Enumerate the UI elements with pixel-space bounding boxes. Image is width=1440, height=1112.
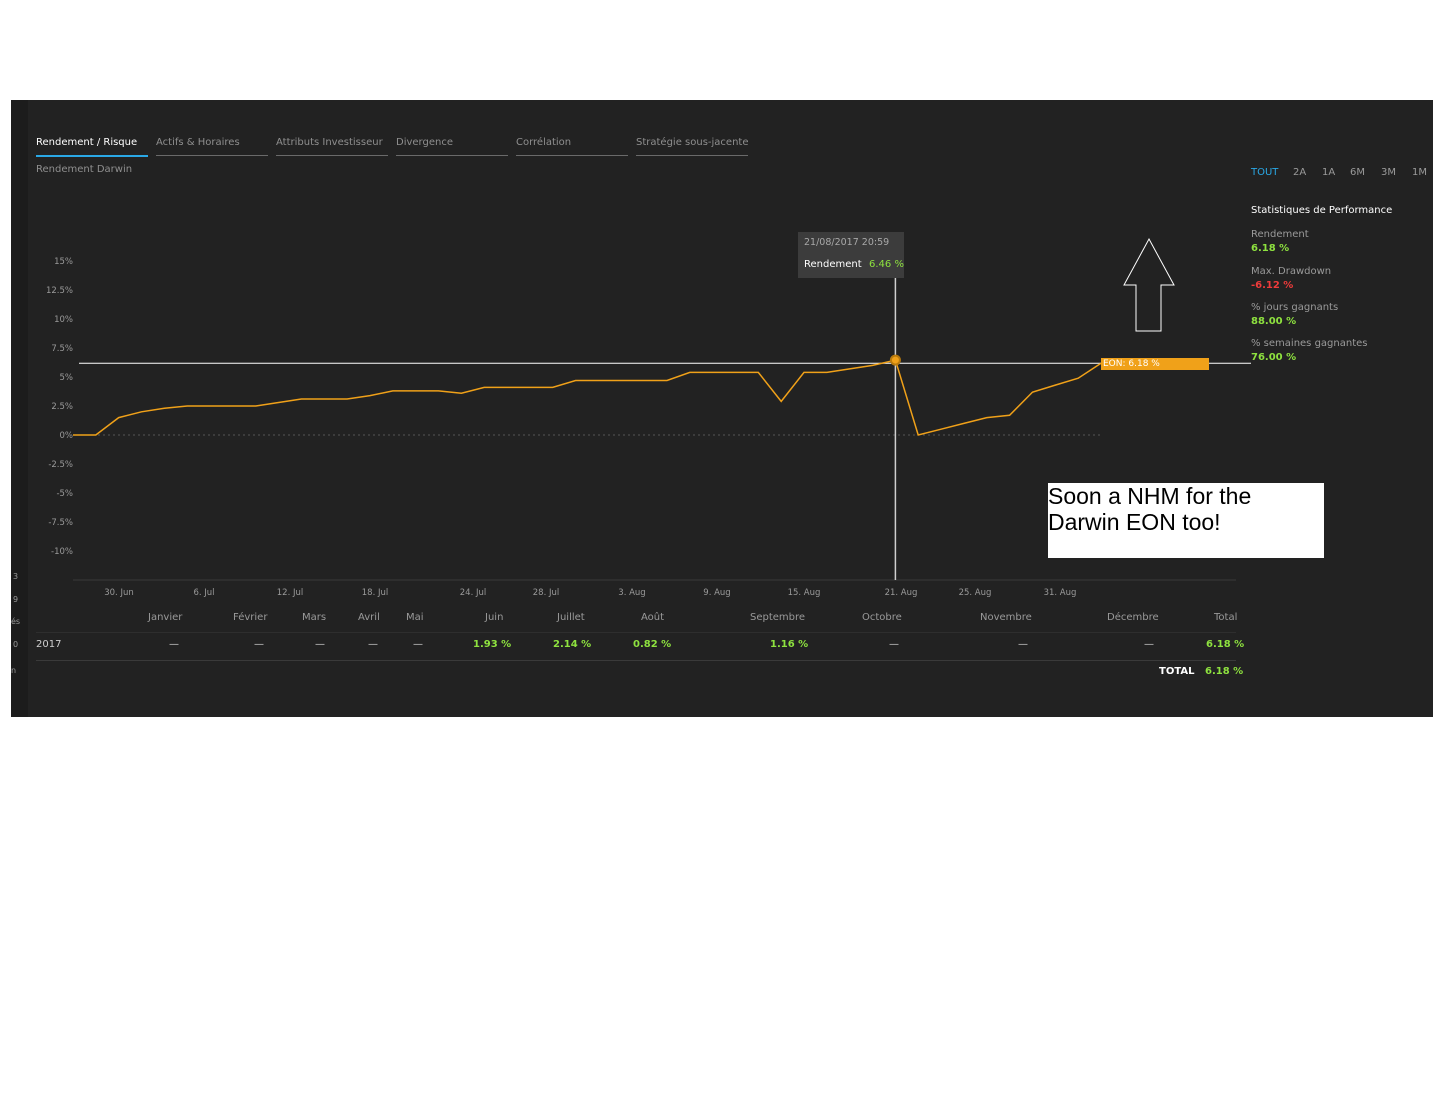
month-header: Juin (485, 612, 504, 623)
tooltip-value: 6.46 % (869, 259, 904, 270)
y-tick-label: 15% (54, 257, 73, 267)
annotation-line-1: Soon a NHM for the (1048, 483, 1252, 509)
y-tick-label: -7.5% (48, 518, 73, 528)
month-value-cell: — (1018, 639, 1028, 650)
y-tick-label: 12.5% (46, 286, 73, 296)
x-tick-label: 18. Jul (362, 588, 388, 598)
month-header: Octobre (862, 612, 902, 623)
month-header: Décembre (1107, 612, 1159, 623)
month-value-cell: — (315, 639, 325, 650)
x-tick-label: 28. Jul (533, 588, 559, 598)
month-header: Janvier (148, 612, 183, 623)
month-value-cell: 6.18 % (1206, 639, 1245, 650)
total-label: TOTAL (1159, 666, 1195, 677)
month-header: Septembre (750, 612, 806, 623)
x-tick-label: 21. Aug (885, 588, 918, 598)
month-value-cell: — (889, 639, 899, 650)
table-header-divider (36, 632, 1236, 633)
table-row-divider (36, 660, 1236, 661)
x-tick-label: 31. Aug (1044, 588, 1077, 598)
y-tick-label: 10% (54, 315, 73, 325)
month-header: Juillet (557, 612, 585, 623)
x-tick-label: 24. Jul (460, 588, 486, 598)
month-header: Total (1214, 612, 1238, 623)
month-header: Avril (358, 612, 380, 623)
month-value-cell: 1.16 % (770, 639, 809, 650)
month-header: Novembre (980, 612, 1032, 623)
sidebar-fragment: n (11, 666, 17, 675)
x-tick-label: 30. Jun (104, 588, 134, 598)
month-value-cell: — (169, 639, 179, 650)
tooltip-label: Rendement (804, 259, 862, 270)
x-tick-label: 9. Aug (703, 588, 730, 598)
month-value-cell: 1.93 % (473, 639, 512, 650)
month-value-cell: — (254, 639, 264, 650)
y-tick-label: 5% (60, 373, 74, 383)
series-line-eon (73, 359, 1102, 436)
y-tick-label: -2.5% (48, 460, 73, 470)
tooltip-datetime: 21/08/2017 20:59 (804, 237, 890, 248)
month-header: Août (641, 612, 665, 623)
x-tick-label: 15. Aug (788, 588, 821, 598)
x-tick-label: 6. Jul (193, 588, 214, 598)
sidebar-fragment: 0 (13, 640, 19, 649)
y-tick-label: 0% (60, 431, 74, 441)
month-header: Février (233, 612, 268, 623)
hover-point (889, 354, 901, 366)
month-value-cell: — (368, 639, 378, 650)
x-tick-label: 12. Jul (277, 588, 303, 598)
month-header: Mars (302, 612, 327, 623)
y-tick-label: 7.5% (51, 344, 73, 354)
month-value-cell: — (1144, 639, 1154, 650)
y-tick-label: 2.5% (51, 402, 73, 412)
y-tick-label: -5% (56, 489, 73, 499)
year-cell: 2017 (36, 639, 62, 650)
x-tick-label: 25. Aug (959, 588, 992, 598)
x-tick-label: 3. Aug (618, 588, 645, 598)
up-arrow-icon (1123, 237, 1175, 332)
y-tick-label: -10% (51, 547, 73, 557)
series-value-tag: EON: 6.18 % (1101, 358, 1209, 370)
sidebar-fragment: és (11, 617, 21, 626)
chart-tooltip: 21/08/2017 20:59 Rendement 6.46 % (798, 232, 904, 278)
annotation-line-2: Darwin EON too! (1048, 509, 1221, 535)
darwin-panel: 3 9 és 0 n Rendement / Risque Actifs & H… (11, 100, 1433, 717)
annotation-note: Soon a NHM for the Darwin EON too! (1048, 483, 1324, 558)
month-value-cell: — (413, 639, 423, 650)
total-value: 6.18 % (1205, 666, 1244, 677)
month-value-cell: 2.14 % (553, 639, 592, 650)
month-value-cell: 0.82 % (633, 639, 672, 650)
month-header: Mai (406, 612, 424, 623)
